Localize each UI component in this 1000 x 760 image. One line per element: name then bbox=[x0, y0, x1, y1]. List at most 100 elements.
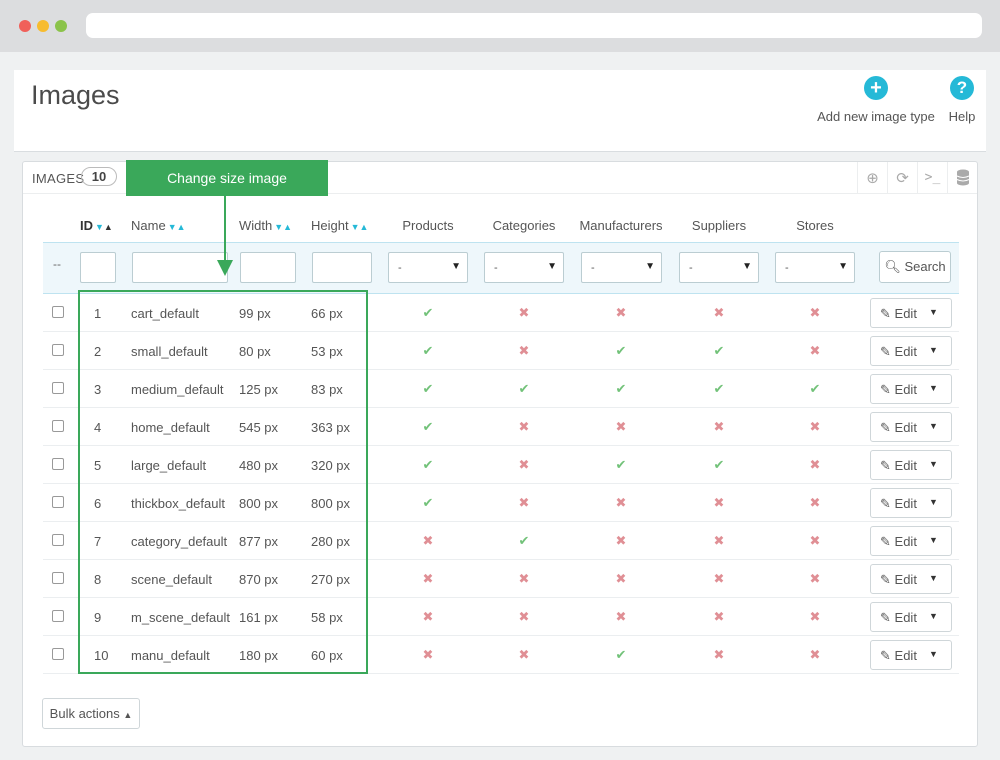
col-name[interactable]: Name ▼▲ bbox=[131, 218, 186, 233]
row-checkbox[interactable] bbox=[52, 496, 64, 508]
cross-icon[interactable]: ✖ bbox=[810, 609, 821, 625]
caret-down-icon[interactable]: ▼ bbox=[929, 459, 938, 469]
check-icon[interactable]: ✔ bbox=[423, 419, 434, 435]
cross-icon[interactable]: ✖ bbox=[810, 571, 821, 587]
sort-icon[interactable]: ▼▲ bbox=[351, 222, 369, 232]
close-window-dot[interactable] bbox=[19, 20, 31, 32]
cross-icon[interactable]: ✖ bbox=[810, 647, 821, 663]
caret-down-icon[interactable]: ▼ bbox=[929, 611, 938, 621]
check-icon[interactable]: ✔ bbox=[423, 381, 434, 397]
sort-icon[interactable]: ▼▲ bbox=[95, 222, 113, 232]
cross-icon[interactable]: ✖ bbox=[714, 609, 725, 625]
cross-icon[interactable]: ✖ bbox=[519, 457, 530, 473]
manufacturers-filter-select[interactable]: - ▼ bbox=[581, 252, 662, 283]
categories-filter-select[interactable]: - ▼ bbox=[484, 252, 564, 283]
width-filter-input[interactable] bbox=[240, 252, 296, 283]
sort-icon[interactable]: ▼▲ bbox=[274, 222, 292, 232]
minimize-window-dot[interactable] bbox=[37, 20, 49, 32]
add-circle-icon[interactable]: ⊕ bbox=[857, 162, 887, 193]
cross-icon[interactable]: ✖ bbox=[519, 647, 530, 663]
caret-down-icon[interactable]: ▼ bbox=[929, 535, 938, 545]
check-icon[interactable]: ✔ bbox=[423, 457, 434, 473]
check-icon[interactable]: ✔ bbox=[810, 381, 821, 397]
cross-icon[interactable]: ✖ bbox=[810, 419, 821, 435]
edit-button[interactable]: ✎ Edit ▼ bbox=[870, 488, 952, 518]
row-checkbox[interactable] bbox=[52, 648, 64, 660]
cross-icon[interactable]: ✖ bbox=[519, 305, 530, 321]
cross-icon[interactable]: ✖ bbox=[616, 609, 627, 625]
cross-icon[interactable]: ✖ bbox=[519, 343, 530, 359]
row-checkbox[interactable] bbox=[52, 306, 64, 318]
cross-icon[interactable]: ✖ bbox=[616, 305, 627, 321]
cross-icon[interactable]: ✖ bbox=[714, 571, 725, 587]
cross-icon[interactable]: ✖ bbox=[714, 495, 725, 511]
caret-down-icon[interactable]: ▼ bbox=[929, 573, 938, 583]
edit-button[interactable]: ✎ Edit ▼ bbox=[870, 526, 952, 556]
edit-button[interactable]: ✎ Edit ▼ bbox=[870, 374, 952, 404]
cross-icon[interactable]: ✖ bbox=[519, 495, 530, 511]
check-icon[interactable]: ✔ bbox=[423, 343, 434, 359]
check-icon[interactable]: ✔ bbox=[714, 457, 725, 473]
edit-button[interactable]: ✎ Edit ▼ bbox=[870, 602, 952, 632]
check-icon[interactable]: ✔ bbox=[423, 495, 434, 511]
edit-button[interactable]: ✎ Edit ▼ bbox=[870, 450, 952, 480]
id-filter-input[interactable] bbox=[80, 252, 116, 283]
cross-icon[interactable]: ✖ bbox=[616, 419, 627, 435]
edit-button[interactable]: ✎ Edit ▼ bbox=[870, 298, 952, 328]
cross-icon[interactable]: ✖ bbox=[714, 533, 725, 549]
check-icon[interactable]: ✔ bbox=[519, 381, 530, 397]
caret-down-icon[interactable]: ▼ bbox=[929, 649, 938, 659]
check-icon[interactable]: ✔ bbox=[616, 343, 627, 359]
col-width[interactable]: Width ▼▲ bbox=[239, 218, 292, 233]
height-filter-input[interactable] bbox=[312, 252, 372, 283]
check-icon[interactable]: ✔ bbox=[423, 305, 434, 321]
check-icon[interactable]: ✔ bbox=[616, 647, 627, 663]
suppliers-filter-select[interactable]: - ▼ bbox=[679, 252, 759, 283]
caret-down-icon[interactable]: ▼ bbox=[929, 421, 938, 431]
sql-terminal-icon[interactable]: >_ bbox=[917, 162, 947, 193]
sort-icon[interactable]: ▼▲ bbox=[168, 222, 186, 232]
cross-icon[interactable]: ✖ bbox=[423, 609, 434, 625]
cross-icon[interactable]: ✖ bbox=[810, 457, 821, 473]
caret-down-icon[interactable]: ▼ bbox=[929, 497, 938, 507]
cross-icon[interactable]: ✖ bbox=[616, 533, 627, 549]
address-bar[interactable] bbox=[86, 13, 982, 38]
cross-icon[interactable]: ✖ bbox=[810, 305, 821, 321]
cross-icon[interactable]: ✖ bbox=[810, 495, 821, 511]
maximize-window-dot[interactable] bbox=[55, 20, 67, 32]
row-checkbox[interactable] bbox=[52, 458, 64, 470]
cross-icon[interactable]: ✖ bbox=[423, 647, 434, 663]
edit-button[interactable]: ✎ Edit ▼ bbox=[870, 564, 952, 594]
caret-down-icon[interactable]: ▼ bbox=[929, 345, 938, 355]
row-checkbox[interactable] bbox=[52, 610, 64, 622]
cross-icon[interactable]: ✖ bbox=[616, 495, 627, 511]
cross-icon[interactable]: ✖ bbox=[810, 343, 821, 359]
col-height[interactable]: Height ▼▲ bbox=[311, 218, 368, 233]
row-checkbox[interactable] bbox=[52, 420, 64, 432]
col-id[interactable]: ID ▼▲ bbox=[80, 218, 113, 233]
database-icon[interactable] bbox=[947, 162, 977, 193]
search-button[interactable]: 🔍︎ Search bbox=[879, 251, 951, 283]
check-icon[interactable]: ✔ bbox=[519, 533, 530, 549]
caret-down-icon[interactable]: ▼ bbox=[929, 383, 938, 393]
products-filter-select[interactable]: - ▼ bbox=[388, 252, 468, 283]
row-checkbox[interactable] bbox=[52, 572, 64, 584]
edit-button[interactable]: ✎ Edit ▼ bbox=[870, 412, 952, 442]
add-image-type-button[interactable]: + Add new image type bbox=[817, 76, 935, 124]
edit-button[interactable]: ✎ Edit ▼ bbox=[870, 640, 952, 670]
check-icon[interactable]: ✔ bbox=[616, 457, 627, 473]
stores-filter-select[interactable]: - ▼ bbox=[775, 252, 855, 283]
check-icon[interactable]: ✔ bbox=[714, 381, 725, 397]
edit-button[interactable]: ✎ Edit ▼ bbox=[870, 336, 952, 366]
row-checkbox[interactable] bbox=[52, 534, 64, 546]
row-checkbox[interactable] bbox=[52, 382, 64, 394]
caret-down-icon[interactable]: ▼ bbox=[929, 307, 938, 317]
cross-icon[interactable]: ✖ bbox=[423, 533, 434, 549]
cross-icon[interactable]: ✖ bbox=[714, 305, 725, 321]
cross-icon[interactable]: ✖ bbox=[519, 609, 530, 625]
check-icon[interactable]: ✔ bbox=[616, 381, 627, 397]
refresh-icon[interactable]: ⟳ bbox=[887, 162, 917, 193]
cross-icon[interactable]: ✖ bbox=[519, 419, 530, 435]
cross-icon[interactable]: ✖ bbox=[714, 419, 725, 435]
cross-icon[interactable]: ✖ bbox=[423, 571, 434, 587]
